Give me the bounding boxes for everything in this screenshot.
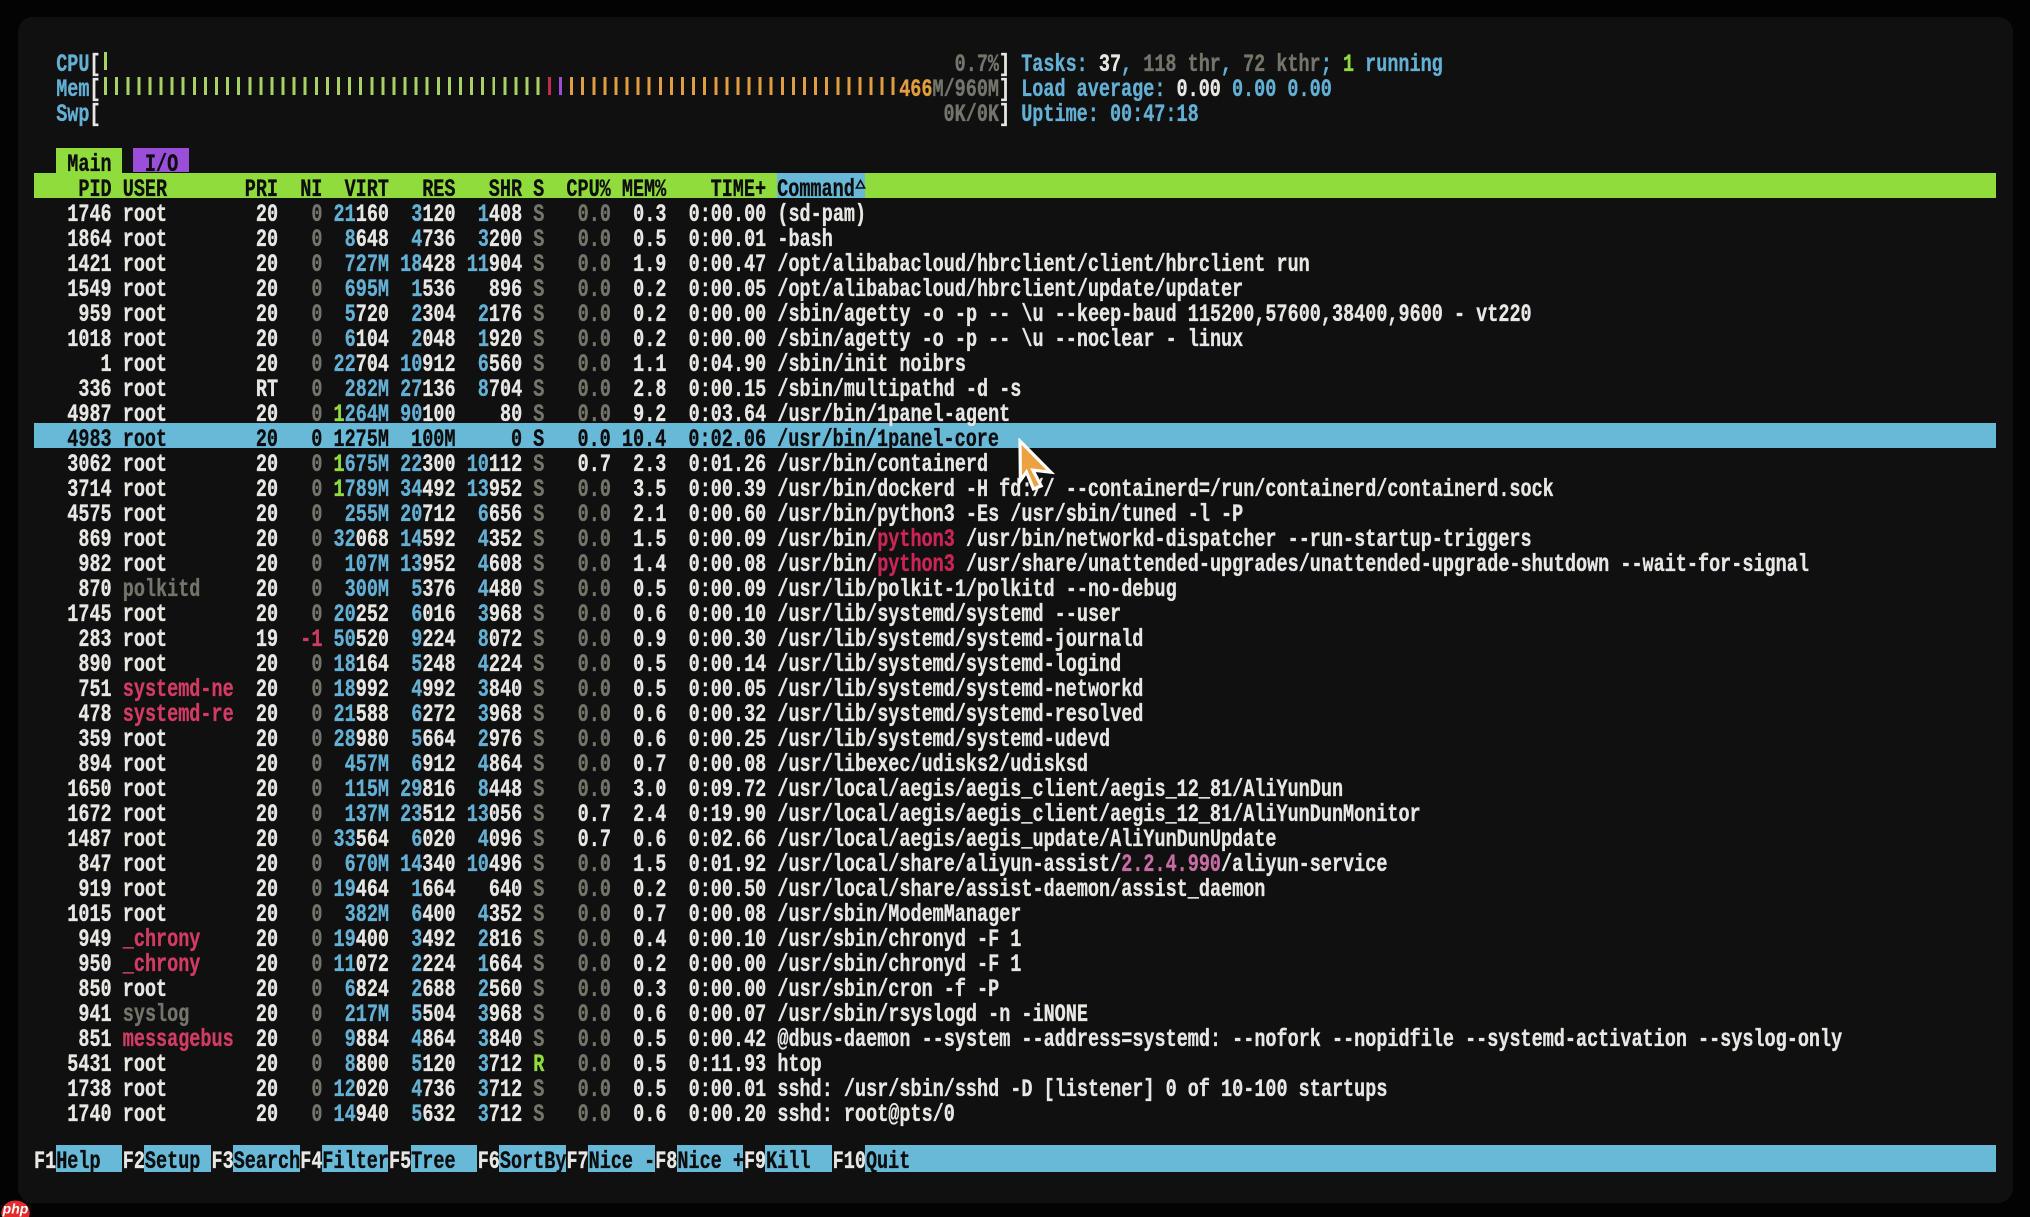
svg-text:php: php — [2, 1201, 29, 1217]
